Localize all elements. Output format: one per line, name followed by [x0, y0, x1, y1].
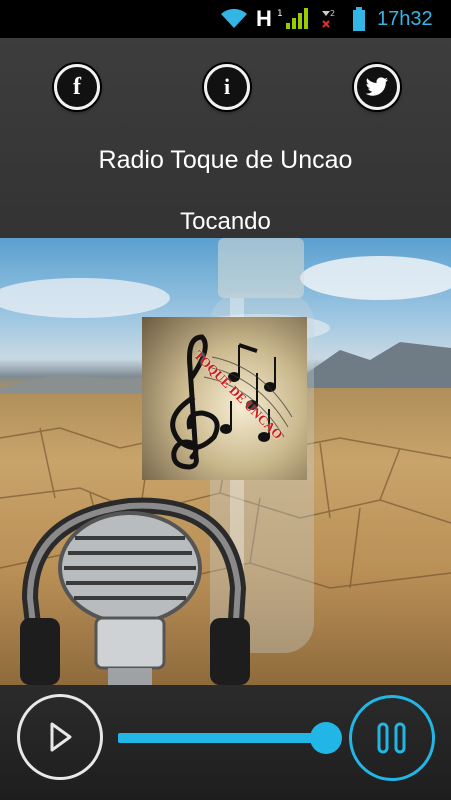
info-button[interactable]: i [204, 64, 250, 110]
play-icon [50, 722, 72, 752]
status-time: 17h32 [377, 7, 433, 30]
volume-slider-thumb[interactable] [309, 722, 342, 754]
playing-status: Tocando [180, 208, 271, 235]
station-logo: TOQUE DE UNCAO [142, 317, 307, 480]
twitter-icon [365, 77, 388, 96]
volume-slider-fill [118, 733, 326, 743]
svg-text:1: 1 [277, 9, 283, 19]
wifi-icon [220, 0, 248, 38]
player-bar [0, 685, 451, 800]
status-bar: H 1 2 17h32 [0, 0, 451, 38]
volume-slider-track[interactable] [118, 733, 328, 743]
header: f i Radio Toque de Uncao Tocando [0, 38, 451, 238]
twitter-button[interactable] [354, 64, 400, 110]
facebook-button[interactable]: f [54, 64, 100, 110]
svg-text:2: 2 [330, 9, 335, 18]
station-title: Radio Toque de Uncao [98, 146, 353, 174]
info-icon: i [223, 74, 231, 99]
background-artwork: TOQUE DE UNCAO [0, 238, 451, 685]
network-type-label: H [256, 6, 272, 31]
pause-button[interactable] [349, 695, 435, 781]
facebook-icon: f [73, 74, 81, 100]
play-button[interactable] [17, 694, 103, 780]
signal-icon: 1 [276, 0, 312, 38]
pause-icon [377, 722, 406, 754]
battery-icon [352, 0, 366, 38]
sim2-no-signal-icon: 2 [320, 0, 338, 38]
